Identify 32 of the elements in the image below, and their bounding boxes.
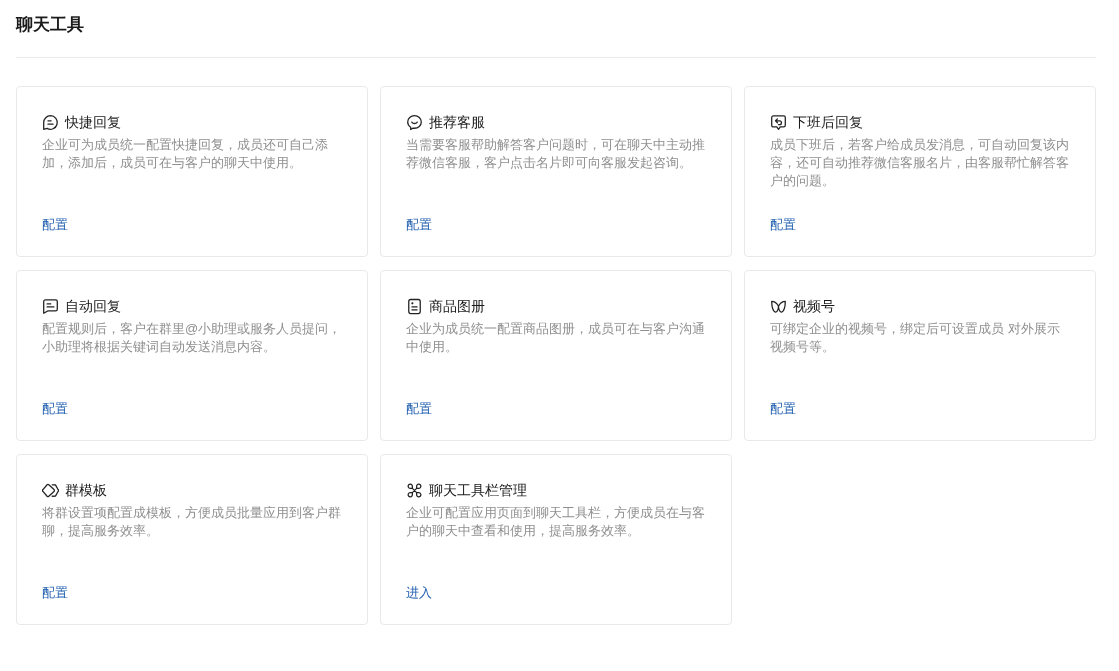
- action-link[interactable]: 配置: [42, 216, 68, 234]
- card-description: 将群设置项配置成模板，方便成员批量应用到客户群聊，提高服务效率。: [42, 504, 342, 540]
- card-title: 下班后回复: [793, 113, 863, 132]
- page-title: 聊天工具: [16, 14, 84, 36]
- card-title: 群模板: [65, 481, 107, 500]
- command-icon: [406, 481, 423, 499]
- layers-icon: [42, 481, 59, 499]
- card-description: 配置规则后，客户在群里@小助理或服务人员提问，小助理将根据关键词自动发送消息内容。: [42, 320, 343, 356]
- action-link[interactable]: 配置: [770, 400, 796, 418]
- action-link[interactable]: 配置: [770, 216, 796, 234]
- action-link[interactable]: 进入: [406, 584, 432, 602]
- card-title: 推荐客服: [429, 113, 485, 132]
- message-icon: [42, 297, 59, 315]
- action-link[interactable]: 配置: [42, 584, 68, 602]
- card-description: 当需要客服帮助解答客户问题时，可在聊天中主动推荐微信客服，客户点击名片即可向客服发起咨询。: [406, 136, 706, 172]
- card-description: 企业可配置应用页面到聊天工具栏，方便成员在与客户的聊天中查看和使用，提高服务效率。: [406, 504, 706, 540]
- card-description: 可绑定企业的视频号，绑定后可设置成员 对外展示视频号等。: [770, 320, 1061, 356]
- card-description: 企业可为成员统一配置快捷回复，成员还可自己添加，添加后，成员可在与客户的聊天中使用。: [42, 136, 329, 172]
- document-icon: [406, 297, 423, 315]
- card-title: 商品图册: [429, 297, 485, 316]
- card-description: 企业为成员统一配置商品图册，成员可在与客户沟通中使用。: [406, 320, 706, 356]
- action-link[interactable]: 配置: [42, 400, 68, 418]
- smile-bubble-icon: [406, 113, 423, 131]
- chat-bubble-icon: [42, 113, 59, 131]
- card-title: 视频号: [793, 297, 835, 316]
- card-title: 快捷回复: [65, 113, 121, 132]
- card-title: 聊天工具栏管理: [429, 481, 527, 500]
- action-link[interactable]: 配置: [406, 400, 432, 418]
- card-title: 自动回复: [65, 297, 121, 316]
- card-description: 成员下班后，若客户给成员发消息，可自动回复该内容，还可自动推荐微信客服名片，由客服帮忙解答客户的问题。: [770, 136, 1070, 190]
- bubble-arrow-icon: [770, 113, 787, 131]
- action-link[interactable]: 配置: [406, 216, 432, 234]
